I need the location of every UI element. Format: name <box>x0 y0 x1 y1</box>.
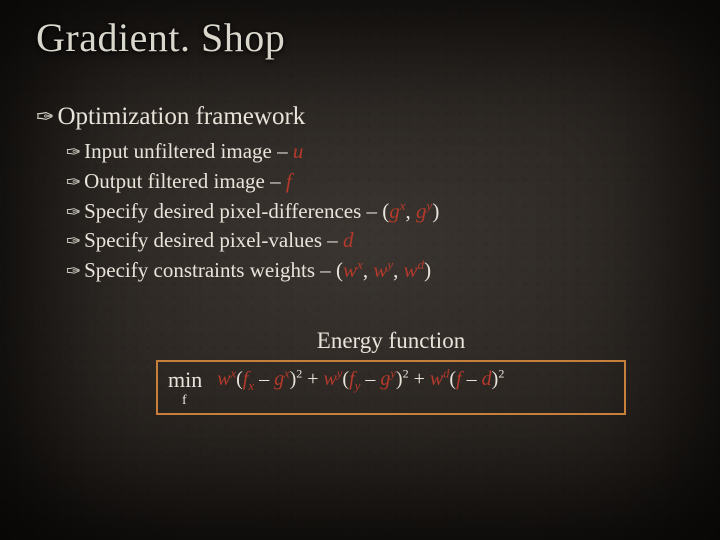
page-title: Gradient. Shop <box>36 14 684 61</box>
item-sym2: gy <box>416 199 432 223</box>
formula-block: Energy function min wx(fx – gx)2 + wy(fy… <box>156 328 626 415</box>
item-mid2: , <box>393 258 404 282</box>
item-sym: u <box>293 139 304 163</box>
item-sym: f <box>286 169 292 193</box>
bullet-icon: ✑ <box>66 231 81 251</box>
bullet-item-0: ✑Input unfiltered image – u <box>66 137 684 167</box>
bullet-icon: ✑ <box>66 142 81 162</box>
lvl1-text: Optimization framework <box>57 103 305 130</box>
min-word: min <box>168 366 202 395</box>
min-subscript: f <box>182 393 614 409</box>
item-pre: Specify desired pixel-values – <box>84 228 343 252</box>
bullet-icon: ✑ <box>66 202 81 222</box>
item-pre: Specify desired pixel-differences – ( <box>84 199 389 223</box>
item-pre: Specify constraints weights – ( <box>84 258 343 282</box>
item-post: ) <box>432 199 439 223</box>
bullet-item-1: ✑Output filtered image – f <box>66 167 684 197</box>
item-sym: d <box>343 228 354 252</box>
bullet-item-3: ✑Specify desired pixel-values – d <box>66 226 684 256</box>
formula-main: min wx(fx – gx)2 + wy(fy – gy)2 + wd(f –… <box>168 366 614 395</box>
item-mid: , <box>406 199 417 223</box>
energy-function-label: Energy function <box>156 328 626 354</box>
bullet-icon: ✑ <box>36 104 54 129</box>
item-sym2: wy <box>373 258 393 282</box>
formula-box: min wx(fx – gx)2 + wy(fy – gy)2 + wd(f –… <box>156 360 626 415</box>
item-sym3: wd <box>404 258 425 282</box>
item-mid: , <box>363 258 374 282</box>
bullet-icon: ✑ <box>66 261 81 281</box>
item-pre: Output filtered image – <box>84 169 286 193</box>
slide: Gradient. Shop ✑Optimization framework ✑… <box>0 0 720 540</box>
bullet-icon: ✑ <box>66 172 81 192</box>
item-sym1: wx <box>343 258 363 282</box>
item-pre: Input unfiltered image – <box>84 139 293 163</box>
item-post: ) <box>424 258 431 282</box>
bullet-item-2: ✑Specify desired pixel-differences – (gx… <box>66 197 684 227</box>
bullet-item-4: ✑Specify constraints weights – (wx, wy, … <box>66 256 684 286</box>
bullet-lvl1: ✑Optimization framework <box>36 103 684 131</box>
item-sym1: gx <box>389 199 405 223</box>
